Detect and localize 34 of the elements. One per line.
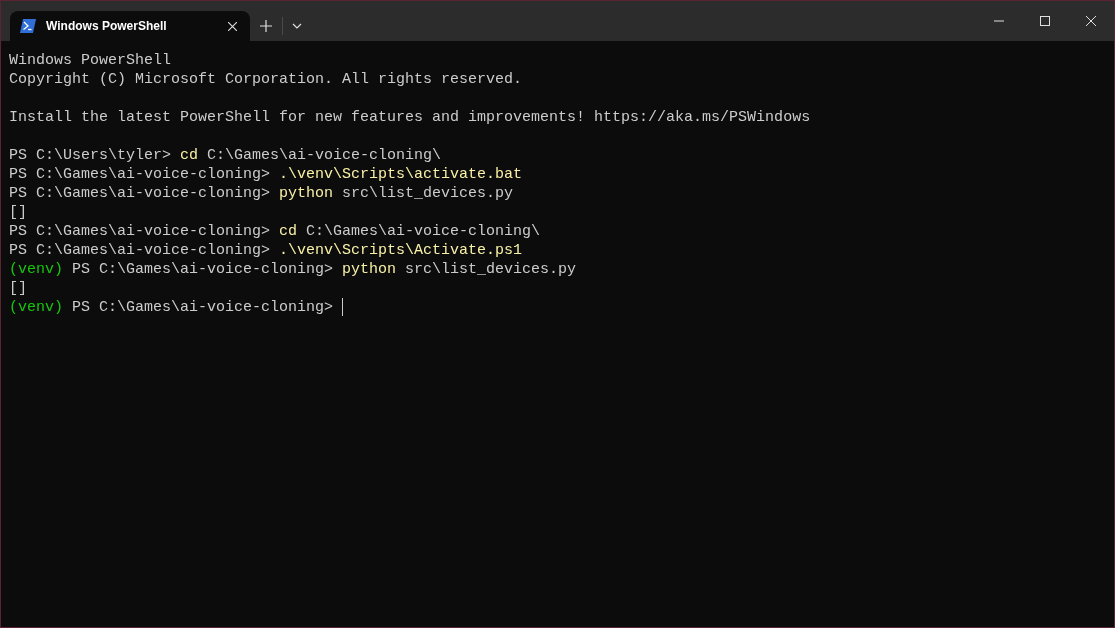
prompt-text: PS C:\Users\tyler>	[9, 146, 172, 165]
tab[interactable]: Windows PowerShell	[10, 11, 250, 41]
argument-text: src\list_devices.py	[405, 260, 577, 279]
command-text: cd	[279, 222, 298, 241]
close-icon	[1086, 16, 1096, 26]
plus-icon	[260, 20, 272, 32]
command-text: python	[342, 260, 397, 279]
prompt-text: PS C:\Games\ai-voice-cloning>	[9, 184, 271, 203]
venv-label: (venv)	[9, 260, 63, 279]
prompt-text: PS C:\Games\ai-voice-cloning>	[72, 260, 334, 279]
command-text: python	[279, 184, 334, 203]
close-icon	[227, 21, 237, 31]
argument-text: src\list_devices.py	[342, 184, 514, 203]
chevron-down-icon	[292, 23, 302, 29]
output-text: []	[9, 203, 27, 222]
tab-title: Windows PowerShell	[46, 18, 168, 35]
output-text: Copyright (C) Microsoft Corporation. All rights reserved.	[9, 70, 523, 89]
command-text: .\venv\Scripts\Activate.ps1	[279, 241, 523, 260]
output-text: Install the latest PowerShell for new features and improvements! https://aka.ms/PSWindows	[9, 108, 811, 127]
powershell-icon	[20, 19, 36, 33]
prompt-text: PS C:\Games\ai-voice-cloning>	[9, 241, 271, 260]
prompt-text: PS C:\Games\ai-voice-cloning>	[9, 165, 271, 184]
command-text: cd	[180, 146, 199, 165]
argument-text: C:\Games\ai-voice-cloning\	[207, 146, 442, 165]
minimize-icon	[994, 20, 1004, 22]
command-text: .\venv\Scripts\activate.bat	[279, 165, 523, 184]
argument-text: C:\Games\ai-voice-cloning\	[306, 222, 541, 241]
output-text: []	[9, 279, 27, 298]
prompt-text: PS C:\Games\ai-voice-cloning>	[72, 298, 334, 317]
prompt-text: PS C:\Games\ai-voice-cloning>	[9, 222, 271, 241]
output-text: Windows PowerShell	[9, 51, 172, 70]
maximize-icon	[1040, 16, 1050, 26]
text-cursor	[342, 298, 344, 316]
venv-label: (venv)	[9, 298, 63, 317]
